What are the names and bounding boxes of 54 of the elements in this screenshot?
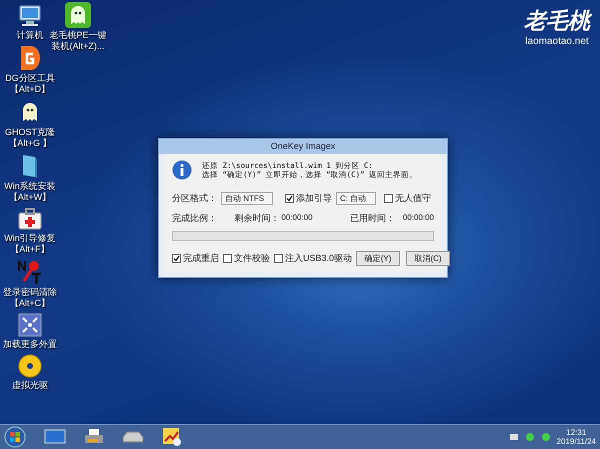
desktop-icon-label[interactable]: 【Alt+W】 xyxy=(8,192,52,203)
desktop-icon-label[interactable]: 老毛桃PE一键 xyxy=(49,30,106,41)
network-icon[interactable] xyxy=(508,432,519,442)
desktop-icon-label[interactable]: Win引导修复 xyxy=(4,233,56,244)
dropdown[interactable]: 自动 NTFS xyxy=(221,192,273,206)
drive-icon[interactable] xyxy=(122,431,144,443)
desktop-icon-label[interactable]: DG分区工具 xyxy=(5,73,55,84)
start-button[interactable] xyxy=(4,426,26,448)
partition-tool-icon xyxy=(19,45,41,71)
checkbox[interactable]: 注入USB3.0驱动 xyxy=(274,252,352,266)
printer-icon[interactable] xyxy=(84,428,104,446)
monitor-icon[interactable] xyxy=(44,429,66,445)
remaining-time-value: 00:00:00 xyxy=(281,212,314,224)
window-title: OneKey Imagex xyxy=(159,139,447,154)
desktop-icon-label[interactable]: 【Alt+G 】 xyxy=(8,138,52,149)
desktop-icon-label[interactable]: 【Alt+C】 xyxy=(10,298,50,309)
checkbox[interactable]: 完成重启 xyxy=(172,252,219,266)
dialog-button[interactable]: 取消(C) xyxy=(406,251,450,266)
logo-title: 老毛桃 xyxy=(524,8,590,34)
checkbox[interactable]: 无人值守 xyxy=(384,192,431,206)
desktop-icon-label[interactable]: Win系统安装 xyxy=(4,181,56,192)
desktop-icon-label[interactable]: 【Alt+F】 xyxy=(10,244,50,255)
format-label: 分区格式： xyxy=(172,192,217,205)
dialog-button[interactable]: 确定(Y) xyxy=(356,251,400,266)
desktop-icon-label[interactable]: 加载更多外置 xyxy=(3,339,57,350)
elapsed-time-value: 00:00:00 xyxy=(402,212,434,224)
dropdown[interactable]: C: 自动 xyxy=(336,192,376,206)
progress-label: 完成比例： xyxy=(172,212,218,224)
desktop-icon-label[interactable]: 虚拟光驱 xyxy=(12,380,48,391)
desktop-icon-label[interactable]: 装机(Alt+Z)... xyxy=(52,41,104,52)
computer-icon xyxy=(17,4,43,28)
logo-website: laomaotao.net xyxy=(525,35,589,49)
clock-time[interactable]: 12:31 xyxy=(566,428,586,437)
check-icon xyxy=(173,255,180,262)
tools-icon[interactable] xyxy=(162,427,182,447)
key-icon xyxy=(17,259,43,285)
checkbox[interactable]: 添加引导 xyxy=(285,192,332,206)
elapsed-time-label: 已用时间： xyxy=(350,212,395,224)
expand-icon xyxy=(18,313,42,337)
ghost-icon xyxy=(65,2,91,28)
desktop-icon-label[interactable]: 计算机 xyxy=(16,30,44,41)
tray-icon[interactable] xyxy=(540,432,551,442)
checkbox[interactable]: 文件校验 xyxy=(223,252,270,266)
desktop-icon-label[interactable]: 登录密码清除 xyxy=(3,287,57,298)
clock-date[interactable]: 2019/11/24 xyxy=(556,437,596,446)
desktop-icon-label[interactable]: 【Alt+D】 xyxy=(10,84,50,95)
remaining-time-label: 剩余时间： xyxy=(234,212,280,224)
first-aid-kit-icon xyxy=(17,207,43,231)
check-icon xyxy=(286,195,293,202)
desktop-icon-label[interactable]: GHOST克隆 xyxy=(4,127,55,138)
info-icon xyxy=(172,160,192,180)
disc-icon xyxy=(18,354,42,378)
installer-icon xyxy=(21,153,39,179)
tray-icon[interactable] xyxy=(524,432,535,442)
